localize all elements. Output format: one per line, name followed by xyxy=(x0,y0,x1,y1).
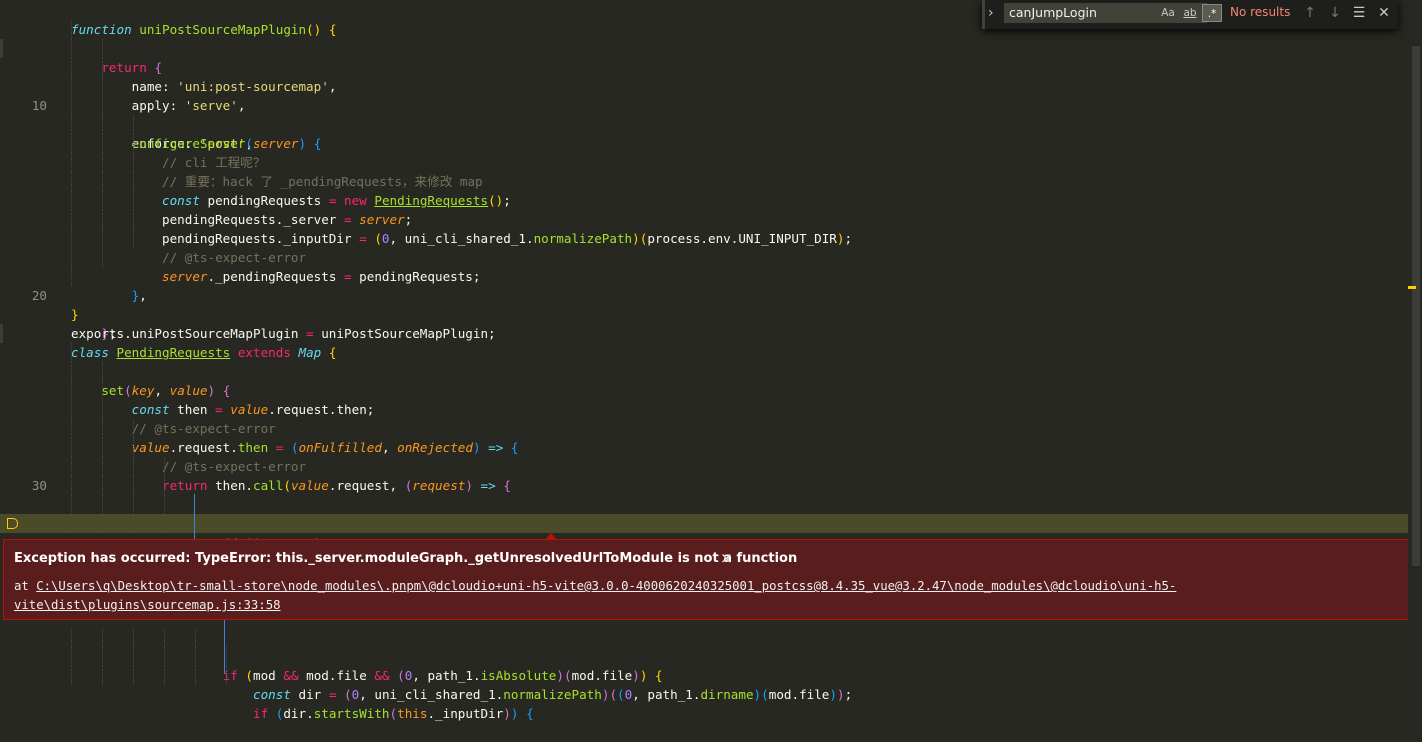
code-line[interactable]: const pendingRequests = new PendingReque… xyxy=(0,153,1414,208)
find-widget-sash[interactable] xyxy=(982,0,985,29)
close-icon[interactable]: × xyxy=(720,549,733,567)
code-line[interactable]: exports.uniPostSourceMapPlugin = uniPost… xyxy=(0,305,1414,341)
code-line[interactable]: const dir = (0, uni_cli_shared_1.normali… xyxy=(0,647,1414,702)
code-line[interactable]: // 重要：hack 了 _pendingRequests，来修改 map xyxy=(0,134,1414,189)
code-line[interactable]: // @ts-expect-error xyxy=(0,381,1414,436)
code-line[interactable]: server._pendingRequests = pendingRequest… xyxy=(0,229,1414,284)
scrollbar-marker xyxy=(1408,286,1416,289)
change-indicator xyxy=(0,39,3,58)
code-line[interactable]: pendingRequests._inputDir = (0, uni_cli_… xyxy=(0,191,1414,246)
code-line[interactable]: return then.call(value.request, (request… xyxy=(0,438,1414,493)
code-line[interactable]: } xyxy=(0,286,1414,322)
arrow-up-icon[interactable]: ↑ xyxy=(1300,3,1320,23)
code-line[interactable]: 20 }; xyxy=(0,267,1414,341)
close-icon[interactable]: ✕ xyxy=(1374,3,1394,23)
exception-title: Exception has occurred: TypeError: this.… xyxy=(14,551,798,566)
code-line[interactable]: set(key, value) { xyxy=(0,343,1414,398)
breakpoint-icon[interactable] xyxy=(7,518,18,529)
stack-path-link[interactable]: C:\Users\q\Desktop\tr-small-store\node_m… xyxy=(14,579,1176,612)
whole-word-button[interactable]: ab xyxy=(1180,4,1200,22)
code-line[interactable]: 10 enforce: 'post', xyxy=(0,77,1414,151)
code-line[interactable]: 30 const map = request?.map; xyxy=(0,457,1414,531)
code-line[interactable]: if (dir.startsWith(this._inputDir)) { xyxy=(0,666,1414,721)
code-line[interactable]: // @ts-expect-error xyxy=(0,495,1414,550)
code-line[interactable]: if (map) { xyxy=(0,476,1414,532)
code-line[interactable]: const then = value.request.then; xyxy=(0,362,1414,417)
exception-widget: Exception has occurred: TypeError: this.… xyxy=(3,539,1413,620)
arrow-down-icon[interactable]: ↓ xyxy=(1325,3,1345,23)
match-case-button[interactable]: Aa xyxy=(1158,4,1178,22)
find-result-count: No results xyxy=(1230,5,1291,19)
regex-button[interactable]: .* xyxy=(1202,4,1222,22)
code-line[interactable]: configureServer(server) { xyxy=(0,96,1414,151)
code-line[interactable]: }, xyxy=(0,248,1414,303)
code-line[interactable]: // cli 工程呢？ xyxy=(0,115,1414,170)
vertical-scrollbar[interactable] xyxy=(1408,0,1422,674)
toggle-replace-icon[interactable]: › xyxy=(988,5,996,21)
exception-stack: at C:\Users\q\Desktop\tr-small-store\nod… xyxy=(14,579,1177,612)
code-line[interactable]: class PendingRequests extends Map { xyxy=(0,324,1414,360)
bracket-guide xyxy=(224,618,225,674)
scrollbar-thumb[interactable] xyxy=(1412,46,1420,566)
code-line[interactable]: if (mod && mod.file && (0, path_1.isAbso… xyxy=(0,628,1414,683)
change-indicator xyxy=(0,324,3,343)
find-widget: › canJumpLogin Aa ab .* No results ↑ ↓ ☰… xyxy=(982,0,1398,29)
bracket-guide xyxy=(194,494,195,543)
code-line[interactable]: value.request.then = (onFulfilled, onRej… xyxy=(0,400,1414,455)
find-in-selection-icon[interactable]: ☰ xyxy=(1349,3,1369,23)
code-line[interactable]: // @ts-expect-error xyxy=(0,419,1414,474)
code-line[interactable]: pendingRequests._server = server; xyxy=(0,172,1414,227)
code-line[interactable]: apply: 'serve', xyxy=(0,58,1414,113)
code-line[interactable]: // @ts-expect-error xyxy=(0,210,1414,265)
current-debug-line[interactable]: 33 const mod =this._server.moduleGraph._… xyxy=(0,514,1414,607)
code-line[interactable]: name: 'uni:post-sourcemap', xyxy=(0,39,1414,94)
